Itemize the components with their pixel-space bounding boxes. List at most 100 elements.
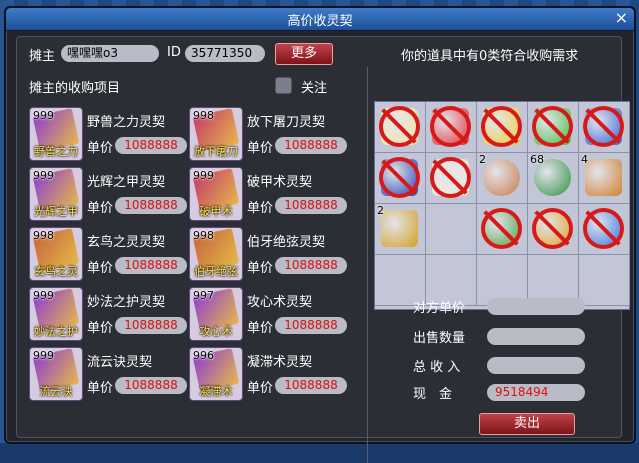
unit-price-label: 单价 [87,201,114,216]
unit-price-label: 单价 [87,381,114,396]
item-price: 1088888 [275,197,347,214]
card-label: 破甲术 [199,205,233,218]
unit-price-label: 单价 [87,321,114,336]
item-price: 1088888 [115,377,187,394]
close-icon[interactable]: × [615,9,628,27]
inventory-cell[interactable] [477,102,528,153]
card-label: 攻心术 [199,325,233,338]
contract-card-icon[interactable]: 998 伯牙绝弦 [189,227,243,281]
prohibited-icon [379,157,420,198]
stack-count: 2 [377,204,384,217]
item-name: 伯牙绝弦灵契 [247,235,326,250]
inventory-cell[interactable]: 68 [528,153,579,204]
unit-price-label: 单价 [87,261,114,276]
item-name: 野兽之力灵契 [87,115,166,130]
contract-card-icon[interactable]: 996 凝滞术 [189,347,243,401]
inventory-cell[interactable] [426,204,477,255]
item-count: 999 [33,109,54,122]
prohibited-icon [379,106,420,147]
card-label: 光辉之甲 [34,205,78,218]
prohibited-icon [532,208,573,249]
contract-card-icon[interactable]: 999 破甲术 [189,167,243,221]
column-divider [367,67,368,463]
card-label: 玄鸟之灵 [34,265,78,278]
card-label: 野兽之力 [34,145,78,158]
contract-card-icon[interactable]: 997 攻心术 [189,287,243,341]
inventory-cell[interactable]: 2 [477,153,528,204]
inventory-cell[interactable] [579,102,630,153]
item-price: 1088888 [275,137,347,154]
stack-count: 68 [530,153,544,166]
purchase-item: 998 伯牙绝弦 伯牙绝弦灵契 单价 1088888 [189,227,349,285]
cash-label: 现 金 [413,387,453,402]
treasure-chest-icon [585,159,622,196]
item-name: 破甲术灵契 [247,175,313,190]
purchase-item: 997 攻心术 攻心术灵契 单价 1088888 [189,287,349,345]
quantity-label: 出售数量 [413,331,466,346]
item-name: 凝滞术灵契 [247,355,313,370]
unit-price-label: 单价 [247,321,274,336]
more-button[interactable]: 更多 [275,43,333,65]
item-price: 1088888 [115,317,187,334]
purchase-item: 998 放下屠刀 放下屠刀灵契 单价 1088888 [189,107,349,165]
contract-card-icon[interactable]: 999 妙法之护 [29,287,83,341]
inventory-cell[interactable] [375,153,426,204]
inventory-cell[interactable] [579,255,630,306]
total-income-label: 总 收 入 [413,360,461,375]
inventory-cell[interactable] [528,102,579,153]
inventory-cell[interactable]: 4 [579,153,630,204]
inventory-cell[interactable]: 2 [375,204,426,255]
unit-price-label: 单价 [87,141,114,156]
sell-button[interactable]: 卖出 [479,413,575,435]
item-count: 997 [193,289,214,302]
item-count: 999 [33,349,54,362]
card-label: 妙法之护 [34,325,78,338]
contract-card-icon[interactable]: 998 玄鸟之灵 [29,227,83,281]
item-count: 996 [193,349,214,362]
contract-card-icon[interactable]: 999 光辉之甲 [29,167,83,221]
card-label: 流云诀 [39,385,73,398]
inventory-cell[interactable] [528,204,579,255]
dialog-body: 摊主 嘿嘿嘿o3 ID 35771350 更多 摊主的收购项目 关注 999 野… [16,36,630,463]
stall-items-label: 摊主的收购项目 [29,81,121,96]
item-price: 1088888 [115,257,187,274]
inventory-cell[interactable] [477,204,528,255]
item-name: 流云诀灵契 [87,355,153,370]
purchase-item: 999 光辉之甲 光辉之甲灵契 单价 1088888 [29,167,189,225]
purchase-item: 999 破甲术 破甲术灵契 单价 1088888 [189,167,349,225]
purchase-item: 998 玄鸟之灵 玄鸟之灵灵契 单价 1088888 [29,227,189,285]
unit-price-label: 单价 [247,201,274,216]
item-count: 998 [193,229,214,242]
item-name: 攻心术灵契 [247,295,313,310]
inventory-grid: 2 68 4 2 [374,101,630,310]
total-income-field [487,357,585,374]
prohibited-icon [583,106,624,147]
follow-checkbox[interactable] [275,77,292,94]
cash-field: 9518494 [487,384,585,401]
gold-box-icon [381,210,418,247]
id-label: ID [167,45,181,60]
inventory-cell[interactable] [375,102,426,153]
unit-price-label: 对方单价 [413,301,466,316]
item-price: 1088888 [275,257,347,274]
contract-card-icon[interactable]: 999 野兽之力 [29,107,83,161]
unit-price-label: 单价 [247,261,274,276]
follow-label: 关注 [301,81,328,96]
dumpling-icon [483,159,520,196]
item-name: 放下屠刀灵契 [247,115,326,130]
card-label: 放下屠刀 [194,145,238,158]
inventory-cell[interactable] [426,102,477,153]
purchase-item: 999 野兽之力 野兽之力灵契 单价 1088888 [29,107,189,165]
dialog-title: 高价收灵契 [287,14,353,29]
inventory-cell[interactable] [579,204,630,255]
contract-card-icon[interactable]: 998 放下屠刀 [189,107,243,161]
item-name: 玄鸟之灵灵契 [87,235,166,250]
unit-price-label: 单价 [247,381,274,396]
item-price: 1088888 [115,137,187,154]
unit-price-label: 单价 [247,141,274,156]
contract-card-icon[interactable]: 999 流云诀 [29,347,83,401]
item-count: 999 [33,289,54,302]
quantity-input[interactable] [487,328,585,345]
inventory-cell[interactable] [426,153,477,204]
stack-count: 2 [479,153,486,166]
